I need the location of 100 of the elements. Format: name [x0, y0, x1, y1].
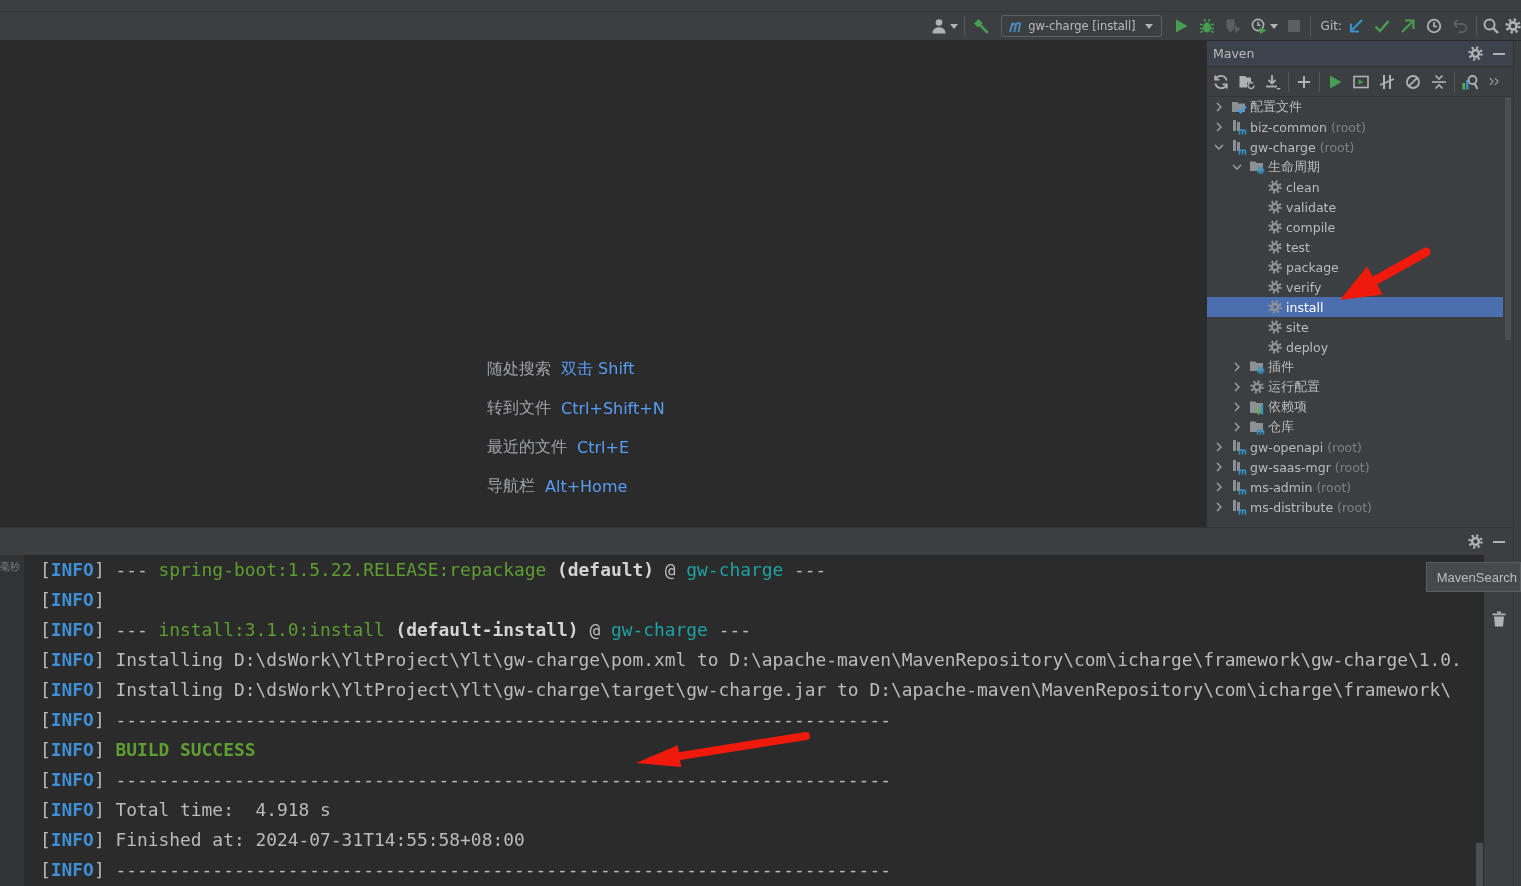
- console-line: [INFO] Installing D:\dsWork\YltProject\Ylt\gw-charge\pom.xml to D:\apache-maven\MavenRepository\com\icharge\framework\gw-charge\1.0.: [40, 648, 1462, 672]
- tree-item[interactable]: validate: [1207, 197, 1503, 217]
- circle-slash-icon[interactable]: [1405, 73, 1421, 90]
- panel-title: Maven: [1213, 46, 1255, 61]
- maven-icon: [1009, 20, 1024, 32]
- bug-icon[interactable]: [1198, 18, 1215, 34]
- tree-item[interactable]: 依赖项: [1207, 397, 1503, 417]
- scrollbar[interactable]: [1505, 97, 1511, 340]
- hint-label: 最近的文件: [487, 437, 567, 458]
- gear-icon: [1268, 280, 1282, 294]
- console-line: [INFO] ------------------------------------------------------------------------: [40, 768, 891, 792]
- clock-play-icon[interactable]: [1250, 18, 1267, 34]
- tree-item[interactable]: gw-openapi (root): [1207, 437, 1503, 457]
- console-line: [INFO] BUILD SUCCESS: [40, 738, 256, 762]
- download-icon[interactable]: [1265, 73, 1281, 90]
- settings-icon[interactable]: [1505, 18, 1521, 34]
- console-line: [INFO] ------------------------------------------------------------------------: [40, 858, 891, 882]
- chevron-down-icon[interactable]: [1214, 144, 1224, 150]
- up-right-arrow-icon[interactable]: [1400, 18, 1416, 34]
- plus-icon[interactable]: [1296, 73, 1312, 90]
- run-icon[interactable]: [1327, 73, 1343, 90]
- gutter-label: 毫秒: [0, 560, 20, 574]
- gear-icon: [1268, 320, 1282, 334]
- tree-item[interactable]: 仓库: [1207, 417, 1503, 437]
- tree-item[interactable]: compile: [1207, 217, 1503, 237]
- tree-item[interactable]: ms-distribute (root): [1207, 497, 1503, 517]
- folder-refresh-icon[interactable]: [1239, 73, 1255, 90]
- tree-item[interactable]: site: [1207, 317, 1503, 337]
- tree-item[interactable]: gw-saas-mgr (root): [1207, 457, 1503, 477]
- vcs-label: Git:: [1320, 19, 1342, 33]
- tree-item[interactable]: test: [1207, 237, 1503, 257]
- module-icon: [1231, 439, 1247, 455]
- tree-item[interactable]: 生命周期: [1207, 157, 1503, 177]
- chevron-right-icon[interactable]: [1216, 502, 1222, 512]
- scrollbar[interactable]: [1476, 843, 1483, 886]
- tree-item[interactable]: 运行配置: [1207, 377, 1503, 397]
- tree-item[interactable]: install: [1207, 297, 1503, 317]
- chevron-right-icon[interactable]: [1216, 122, 1222, 132]
- tree-item[interactable]: clean: [1207, 177, 1503, 197]
- module-icon: [1231, 499, 1247, 515]
- search-icon[interactable]: [1483, 18, 1499, 34]
- terminal-icon[interactable]: [1353, 73, 1369, 90]
- chevron-right-icon[interactable]: [1216, 482, 1222, 492]
- user-icon[interactable]: [931, 18, 948, 34]
- shortcut-text: Alt+Home: [545, 477, 628, 496]
- folder-chart-icon: [1249, 399, 1265, 415]
- refresh-icon[interactable]: [1213, 73, 1229, 90]
- folder-gear-icon: [1249, 359, 1265, 375]
- double-chevron-icon[interactable]: [1489, 77, 1499, 86]
- console-line: [INFO] Finished at: 2024-07-31T14:55:58+08:00: [40, 828, 525, 852]
- console-line: [INFO]: [40, 588, 105, 612]
- gear-icon: [1268, 180, 1282, 194]
- gear-icon: [1268, 300, 1282, 314]
- hammer-icon[interactable]: [973, 18, 990, 34]
- module-icon: [1231, 479, 1247, 495]
- settings-icon[interactable]: [1468, 534, 1483, 549]
- gear-icon: [1250, 380, 1264, 394]
- gear-icon: [1268, 200, 1282, 214]
- tree-item[interactable]: ms-admin (root): [1207, 477, 1503, 497]
- minimize-icon[interactable]: [1493, 540, 1505, 543]
- run-config-dropdown[interactable]: gw-charge [install]: [1001, 15, 1162, 37]
- check-icon[interactable]: [1374, 18, 1390, 34]
- folder-module-icon: [1249, 419, 1265, 435]
- clock-icon[interactable]: [1426, 18, 1442, 34]
- hint-label: 导航栏: [487, 476, 535, 497]
- tree-item[interactable]: gw-charge (root): [1207, 137, 1503, 157]
- tree-item[interactable]: 插件: [1207, 357, 1503, 377]
- tree-item[interactable]: verify: [1207, 277, 1503, 297]
- hint-label: 转到文件: [487, 398, 551, 419]
- shortcut-text: Ctrl+E: [577, 438, 629, 457]
- chevron-right-icon[interactable]: [1234, 382, 1240, 392]
- tree-item[interactable]: biz-common (root): [1207, 117, 1503, 137]
- chevron-down-icon[interactable]: [1232, 164, 1242, 170]
- chevron-right-icon[interactable]: [1234, 422, 1240, 432]
- console-line: [INFO] ------------------------------------------------------------------------: [40, 708, 891, 732]
- chevron-right-icon[interactable]: [1234, 402, 1240, 412]
- trash-icon[interactable]: [1490, 611, 1507, 627]
- caret-icon: [1144, 23, 1153, 29]
- chevron-right-icon[interactable]: [1216, 442, 1222, 452]
- crossed-lines-icon[interactable]: [1379, 73, 1395, 90]
- tree-item[interactable]: 配置文件: [1207, 97, 1503, 117]
- console-line: [INFO] --- spring-boot:1.5.22.RELEASE:repackage (default) @ gw-charge ---: [40, 558, 827, 582]
- down-left-arrow-icon[interactable]: [1348, 18, 1364, 34]
- tree-item[interactable]: deploy: [1207, 337, 1503, 357]
- caret-icon[interactable]: [950, 23, 959, 29]
- chevron-right-icon[interactable]: [1216, 102, 1222, 112]
- chevron-right-icon[interactable]: [1216, 462, 1222, 472]
- minimize-icon[interactable]: [1493, 52, 1505, 55]
- gear-icon: [1268, 240, 1282, 254]
- module-icon: [1231, 459, 1247, 475]
- console-line: [INFO] Total time: 4.918 s: [40, 798, 331, 822]
- chevron-right-icon[interactable]: [1234, 362, 1240, 372]
- shortcut-text: Ctrl+Shift+N: [561, 399, 665, 418]
- collapse-icon[interactable]: [1431, 73, 1447, 90]
- module-icon: [1231, 119, 1247, 135]
- settings-icon[interactable]: [1468, 46, 1483, 61]
- chart-search-icon[interactable]: [1462, 73, 1478, 90]
- gear-icon: [1268, 260, 1282, 274]
- caret-icon[interactable]: [1269, 23, 1278, 29]
- tree-item[interactable]: package: [1207, 257, 1503, 277]
